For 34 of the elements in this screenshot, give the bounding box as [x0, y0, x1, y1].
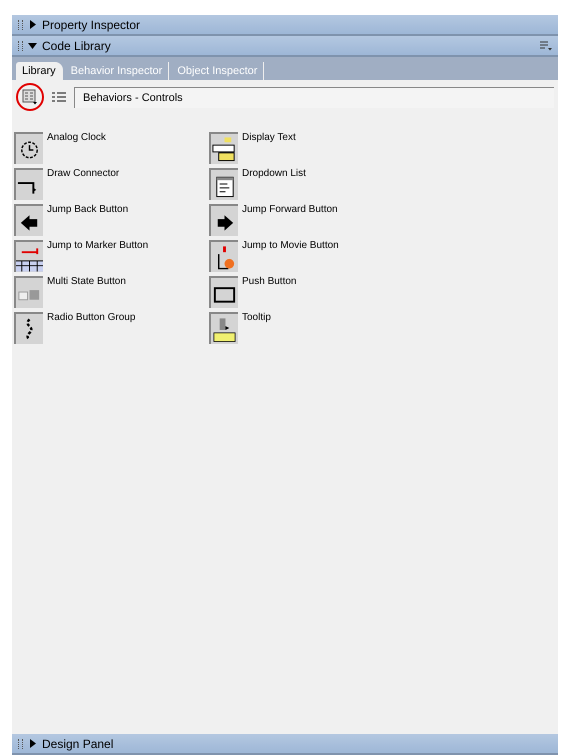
behavior-label: Radio Button Group	[47, 312, 136, 323]
triangle-right-icon[interactable]	[28, 739, 37, 748]
tooltip-icon[interactable]	[209, 312, 238, 344]
tab[interactable]: Library	[16, 62, 63, 80]
text-field-icon[interactable]	[209, 132, 238, 164]
panel-header[interactable]: Property Inspector	[12, 15, 558, 36]
panel-title: Property Inspector	[42, 18, 140, 32]
behavior-label: Analog Clock	[47, 132, 106, 143]
behavior-label: Multi State Button	[47, 276, 126, 287]
toggle-icon[interactable]	[14, 276, 43, 308]
view-toggle-icon[interactable]	[16, 83, 44, 111]
behavior-label: Jump Back Button	[47, 204, 128, 215]
behavior-label: Display Text	[242, 132, 296, 143]
menu-icon[interactable]	[540, 40, 552, 50]
behavior-label: Jump Forward Button	[242, 204, 338, 215]
behavior-label: Push Button	[242, 276, 296, 287]
list-icon[interactable]	[209, 168, 238, 200]
behavior-label: Draw Connector	[47, 168, 120, 179]
list-view-icon[interactable]	[52, 91, 66, 103]
behavior-label: Jump to Movie Button	[242, 240, 339, 251]
behavior-label: Tooltip	[242, 312, 271, 323]
panel-title: Design Panel	[42, 736, 114, 750]
behavior-label: Jump to Marker Button	[47, 240, 148, 251]
clock-icon[interactable]	[14, 132, 43, 164]
triangle-right-icon[interactable]	[28, 20, 37, 29]
marker-icon[interactable]	[14, 240, 43, 272]
behavior-label: Dropdown List	[242, 168, 306, 179]
triangle-down-icon[interactable]	[28, 41, 37, 50]
panel-header[interactable]: Design Panel	[12, 734, 558, 755]
panel-title: Code Library	[42, 38, 111, 52]
category-dropdown[interactable]: Behaviors - Controls	[74, 86, 554, 108]
rectangle-icon[interactable]	[209, 276, 238, 308]
panel-header[interactable]: Code Library	[12, 36, 558, 57]
connector-icon[interactable]	[14, 168, 43, 200]
